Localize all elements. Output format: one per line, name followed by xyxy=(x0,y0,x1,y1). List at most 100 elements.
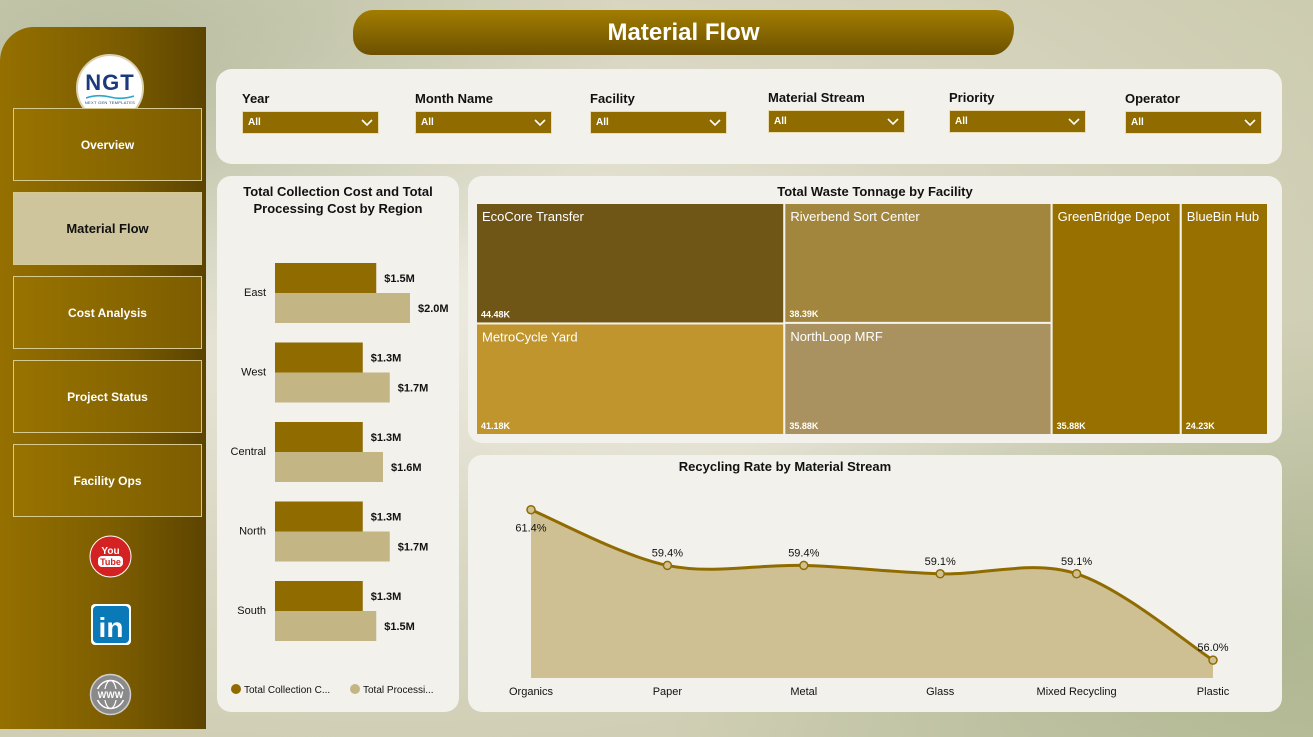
logo-main-text: NGT xyxy=(85,69,135,95)
facility-value: 35.88K xyxy=(789,421,819,431)
linkedin-icon[interactable]: in xyxy=(89,603,132,646)
data-point xyxy=(526,504,536,515)
region-label: Central xyxy=(231,446,266,458)
nav-project-status[interactable]: Project Status xyxy=(13,360,202,433)
operator-select[interactable]: All xyxy=(1125,111,1262,134)
chevron-down-icon xyxy=(534,118,546,126)
chevron-down-icon xyxy=(1068,117,1080,125)
recycling-area-fill xyxy=(531,509,1213,678)
nav-label: Overview xyxy=(80,137,135,152)
nav-cost-analysis[interactable]: Cost Analysis xyxy=(13,276,202,349)
select-value: All xyxy=(248,117,261,128)
nav-overview[interactable]: Overview xyxy=(13,108,202,181)
cost-bar xyxy=(275,372,390,403)
category-label: Glass xyxy=(926,686,955,698)
material-stream-select[interactable]: All xyxy=(768,110,905,133)
legend-label: Total Processi... xyxy=(363,685,434,696)
legend-marker xyxy=(350,684,360,694)
recycling-area-chart: 61.4% Organics 59.4% Paper 59.4% Metal 59.1% Gl… xyxy=(509,504,1230,698)
chevron-down-icon xyxy=(709,118,721,126)
filter-label: Year xyxy=(242,91,270,106)
youtube-text-top: You xyxy=(101,546,119,557)
youtube-icon[interactable]: You Tube xyxy=(89,535,132,578)
page-title: Material Flow xyxy=(607,18,760,46)
cost-bar xyxy=(275,263,377,293)
data-point xyxy=(662,560,673,571)
chevron-down-icon xyxy=(361,118,373,126)
region-label: North xyxy=(239,526,266,538)
data-label: 59.4% xyxy=(652,547,683,559)
nav-material-flow[interactable]: Material Flow xyxy=(13,192,202,265)
facility-value: 41.18K xyxy=(481,421,511,431)
facility-value: 35.88K xyxy=(1057,421,1087,431)
month-select[interactable]: All xyxy=(415,111,552,134)
facility-tile xyxy=(1050,202,1182,436)
facility-value: 44.48K xyxy=(481,309,511,319)
category-label: Plastic xyxy=(1197,686,1230,698)
cost-bar xyxy=(275,342,363,373)
nav-label: Facility Ops xyxy=(73,473,142,488)
region-label: West xyxy=(241,367,266,379)
nav-facility-ops[interactable]: Facility Ops xyxy=(13,444,202,517)
filter-label: Facility xyxy=(590,91,635,106)
linkedin-text: in xyxy=(99,612,124,643)
data-label: 59.1% xyxy=(925,556,956,568)
facility-name: NorthLoop MRF xyxy=(790,329,883,344)
bar-value-label: $1.7M xyxy=(398,542,429,554)
facility-name: EcoCore Transfer xyxy=(482,209,585,224)
facility-name: GreenBridge Depot xyxy=(1058,209,1170,224)
cost-bar-chart: East $1.5M $2.0M West $1.3M $1.7M Central $1.3M… xyxy=(231,263,449,696)
facility-value: 24.23K xyxy=(1186,421,1216,431)
data-label: 59.4% xyxy=(788,547,819,559)
filter-label: Month Name xyxy=(415,91,493,106)
data-point xyxy=(1208,655,1218,665)
filter-panel: Year All Month Name All Facility All Mat… xyxy=(216,69,1282,164)
select-value: All xyxy=(421,117,434,128)
facility-name: Riverbend Sort Center xyxy=(790,209,920,224)
cost-bar xyxy=(275,422,363,452)
nav-label: Material Flow xyxy=(66,221,149,236)
facility-name: MetroCycle Yard xyxy=(482,329,578,344)
facility-tile xyxy=(1179,202,1269,436)
data-label: 56.0% xyxy=(1197,642,1228,654)
filter-operator: Operator All xyxy=(1125,91,1262,134)
data-point xyxy=(935,569,945,579)
category-label: Organics xyxy=(509,686,554,698)
cost-by-region-panel: Total Collection Cost and Total Processi… xyxy=(217,176,459,712)
bar-value-label: $1.3M xyxy=(371,432,402,444)
chevron-down-icon xyxy=(887,117,899,125)
facility-select[interactable]: All xyxy=(590,111,727,134)
cost-bar xyxy=(275,611,377,641)
filter-material-stream: Material Stream All xyxy=(768,90,905,133)
priority-select[interactable]: All xyxy=(949,110,1086,133)
page-title-banner: Material Flow xyxy=(353,10,1014,55)
facility-name: BlueBin Hub xyxy=(1187,209,1259,224)
bar-value-label: $1.7M xyxy=(398,383,429,395)
cost-bar xyxy=(275,452,383,482)
nav-label: Cost Analysis xyxy=(68,305,147,320)
cost-bar xyxy=(275,293,410,323)
data-point xyxy=(1071,569,1082,579)
bar-value-label: $1.3M xyxy=(371,512,402,524)
region-label: South xyxy=(237,605,266,617)
cost-bar xyxy=(275,581,363,611)
facility-value: 38.39K xyxy=(789,309,819,319)
year-select[interactable]: All xyxy=(242,111,379,134)
select-value: All xyxy=(596,117,609,128)
region-label: East xyxy=(244,287,266,299)
filter-label: Priority xyxy=(949,90,995,105)
bar-value-label: $1.3M xyxy=(371,353,402,365)
filter-label: Material Stream xyxy=(768,90,865,105)
bar-value-label: $1.5M xyxy=(384,273,415,285)
select-value: All xyxy=(1131,117,1144,128)
nav-label: Project Status xyxy=(67,389,148,404)
bar-value-label: $1.3M xyxy=(371,591,402,603)
bar-value-label: $2.0M xyxy=(418,303,449,315)
category-label: Paper xyxy=(653,686,683,698)
globe-icon[interactable]: WWW xyxy=(89,673,132,716)
legend-label: Total Collection C... xyxy=(244,685,330,696)
category-label: Mixed Recycling xyxy=(1037,686,1117,698)
select-value: All xyxy=(774,116,787,127)
legend-marker xyxy=(231,684,241,694)
data-point xyxy=(799,560,809,571)
